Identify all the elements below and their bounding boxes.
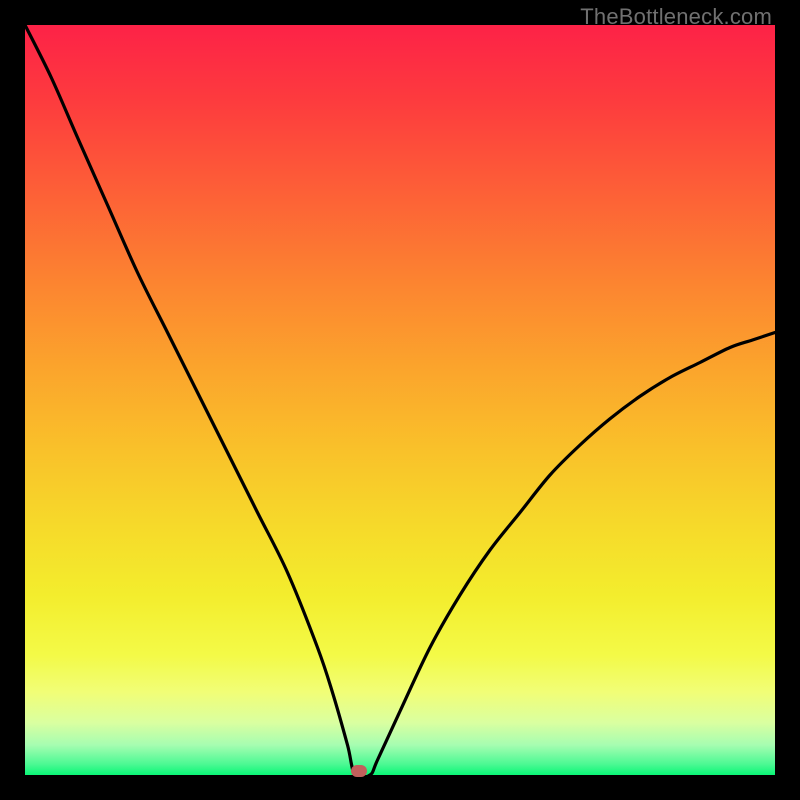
optimum-marker-icon xyxy=(351,765,367,777)
bottleneck-curve xyxy=(25,25,775,775)
watermark-text: TheBottleneck.com xyxy=(580,4,772,30)
chart-frame: TheBottleneck.com xyxy=(0,0,800,800)
